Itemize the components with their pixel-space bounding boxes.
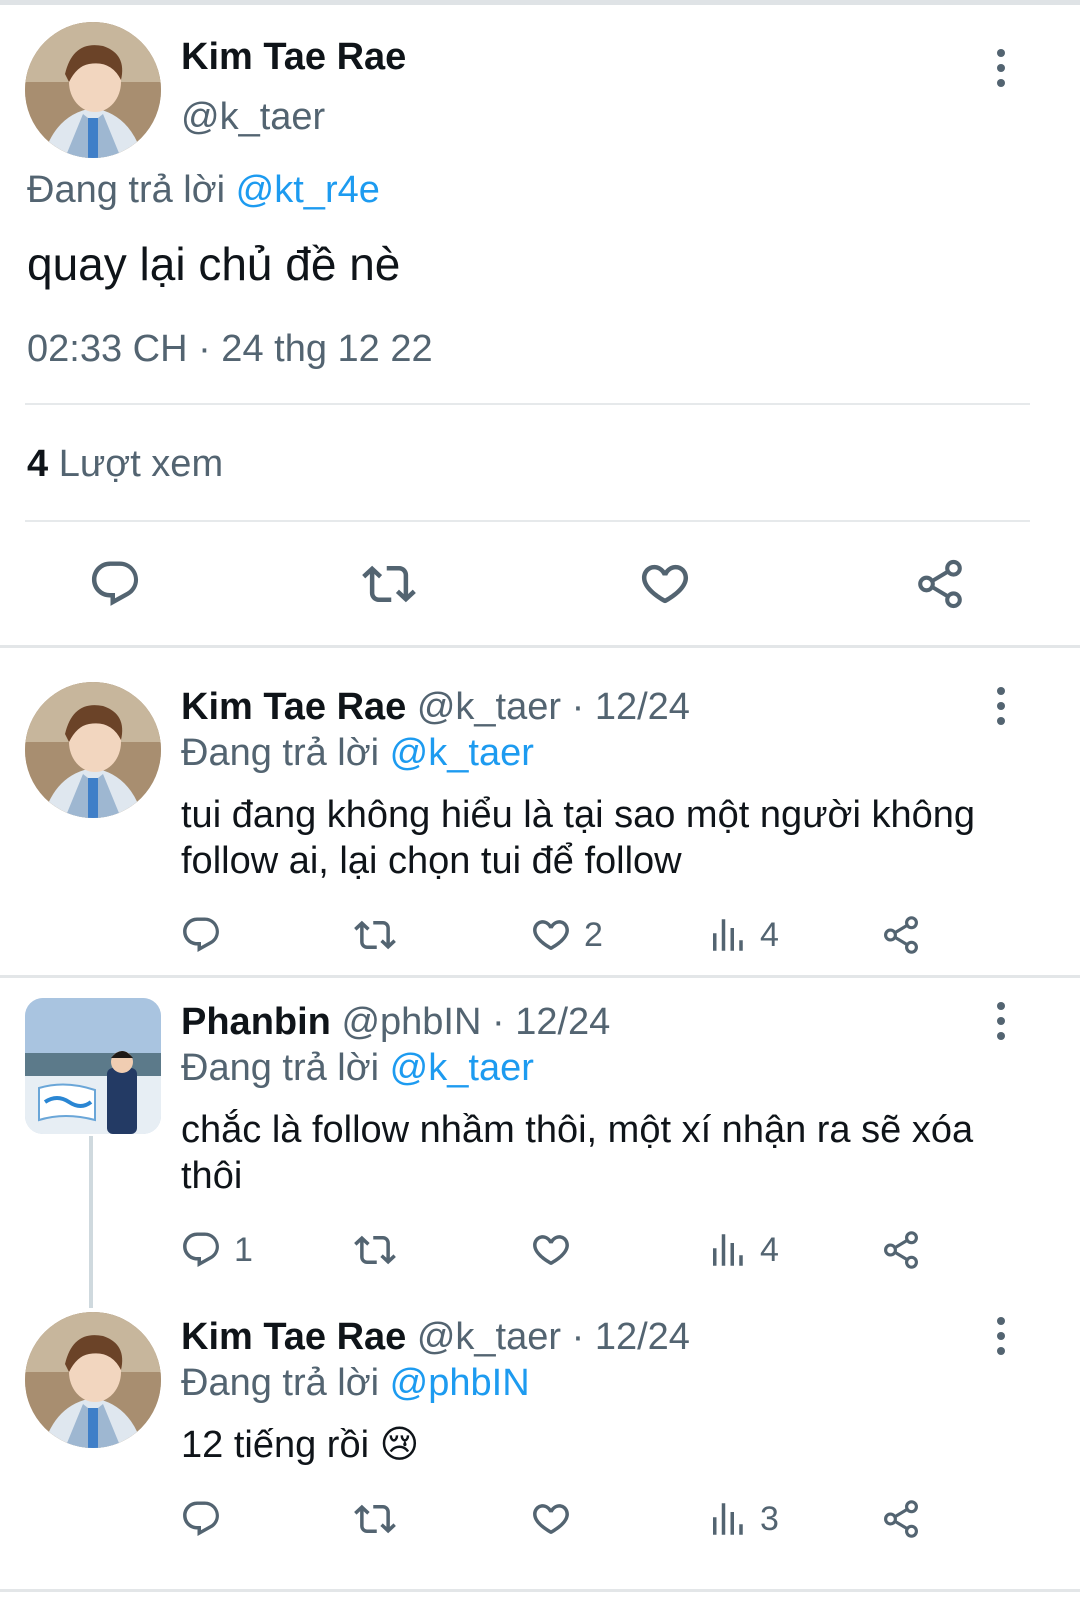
- reply-text-line: tui đang không hiểu là tại sao một người…: [181, 794, 975, 836]
- retweet-icon: [354, 1229, 396, 1271]
- reply-date[interactable]: · 12/24: [492, 1001, 610, 1043]
- view-count: 4: [760, 915, 779, 954]
- reply-icon: [180, 914, 222, 956]
- replying-prefix: Đang trả lời: [181, 732, 380, 774]
- divider: [25, 403, 1030, 405]
- share-button[interactable]: [880, 1498, 922, 1540]
- author-handle[interactable]: @k_taer: [417, 686, 561, 728]
- reply-header: Phanbin @phbIN · 12/24: [181, 1001, 610, 1044]
- section-divider: [0, 1589, 1080, 1592]
- views-icon: [706, 1498, 748, 1540]
- view-count: 3: [760, 1499, 779, 1538]
- retweet-button[interactable]: [354, 1498, 396, 1540]
- like-button[interactable]: [530, 1498, 584, 1540]
- more-vertical-icon[interactable]: [981, 676, 1021, 736]
- replying-to-line: Đang trả lời @kt_r4e: [27, 169, 380, 212]
- replying-to-link[interactable]: @phbIN: [390, 1362, 530, 1404]
- retweet-icon: [354, 914, 396, 956]
- reply-header: Kim Tae Rae @k_taer · 12/24: [181, 686, 690, 729]
- author-name[interactable]: Kim Tae Rae: [181, 1316, 406, 1358]
- reply-icon: [180, 1498, 222, 1540]
- views-label: Lượt xem: [58, 443, 224, 485]
- heart-icon: [530, 1498, 572, 1540]
- reply-button[interactable]: [180, 914, 234, 956]
- like-button[interactable]: [530, 1229, 584, 1271]
- share-icon: [880, 1498, 922, 1540]
- retweet-icon: [354, 1498, 396, 1540]
- views-icon: [706, 914, 748, 956]
- avatar[interactable]: [25, 682, 161, 818]
- tweet-timestamp[interactable]: 02:33 CH · 24 thg 12 22: [27, 328, 433, 371]
- retweet-button[interactable]: [354, 914, 396, 956]
- reply-text-line: follow ai, lại chọn tui để follow: [181, 840, 682, 882]
- like-button[interactable]: [638, 557, 692, 611]
- share-button[interactable]: [880, 1229, 922, 1271]
- share-icon: [880, 1229, 922, 1271]
- views-line[interactable]: 4 Lượt xem: [27, 443, 223, 486]
- view-count: 4: [760, 1230, 779, 1269]
- reply-icon: [88, 557, 142, 611]
- views-count: 4: [27, 443, 49, 485]
- reply-text-line: 12 tiếng rồi 😢: [181, 1424, 420, 1466]
- replying-to-link[interactable]: @kt_r4e: [236, 169, 380, 211]
- replying-to-line: Đang trả lời @k_taer: [181, 1047, 534, 1090]
- reply-icon: [180, 1229, 222, 1271]
- replying-to-line: Đang trả lời @k_taer: [181, 732, 534, 775]
- more-vertical-icon[interactable]: [981, 38, 1021, 98]
- reply-text-line: thôi: [181, 1155, 243, 1197]
- author-handle[interactable]: @phbIN: [341, 1001, 481, 1043]
- reply-date[interactable]: · 12/24: [572, 1316, 690, 1358]
- share-button[interactable]: [913, 557, 967, 611]
- share-button[interactable]: [880, 914, 922, 956]
- avatar[interactable]: [25, 1312, 161, 1448]
- heart-icon: [638, 557, 692, 611]
- like-button[interactable]: 2: [530, 914, 603, 956]
- retweet-icon: [362, 557, 416, 611]
- share-icon: [913, 557, 967, 611]
- divider: [25, 520, 1030, 522]
- reply-date[interactable]: · 12/24: [572, 686, 690, 728]
- author-handle[interactable]: @k_taer: [417, 1316, 561, 1358]
- thread-line: [89, 1136, 93, 1308]
- reply-button[interactable]: [88, 557, 142, 611]
- replying-prefix: Đang trả lời: [181, 1047, 380, 1089]
- like-count: 2: [584, 915, 603, 954]
- more-vertical-icon[interactable]: [981, 991, 1021, 1051]
- retweet-button[interactable]: [354, 1229, 396, 1271]
- more-vertical-icon[interactable]: [981, 1306, 1021, 1366]
- reply-button[interactable]: [180, 1498, 234, 1540]
- views-button[interactable]: 4: [706, 914, 779, 956]
- replying-to-link[interactable]: @k_taer: [390, 1047, 534, 1089]
- author-handle[interactable]: @k_taer: [181, 96, 325, 139]
- reply-button[interactable]: 1: [180, 1229, 253, 1271]
- section-divider: [0, 975, 1080, 978]
- reply-text-line: chắc là follow nhầm thôi, một xí nhận ra…: [181, 1109, 974, 1151]
- heart-icon: [530, 1229, 572, 1271]
- section-divider: [0, 645, 1080, 648]
- avatar[interactable]: [25, 998, 161, 1134]
- reply-count: 1: [234, 1230, 253, 1269]
- replying-prefix: Đang trả lời: [181, 1362, 380, 1404]
- share-icon: [880, 914, 922, 956]
- tweet-text: quay lại chủ đề nè: [27, 238, 401, 290]
- retweet-button[interactable]: [362, 557, 416, 611]
- top-divider: [0, 0, 1080, 5]
- views-button[interactable]: 4: [706, 1229, 779, 1271]
- reply-header: Kim Tae Rae @k_taer · 12/24: [181, 1316, 690, 1359]
- author-name[interactable]: Phanbin: [181, 1001, 331, 1043]
- heart-icon: [530, 914, 572, 956]
- replying-to-link[interactable]: @k_taer: [390, 732, 534, 774]
- replying-prefix: Đang trả lời: [27, 169, 226, 211]
- author-name[interactable]: Kim Tae Rae: [181, 686, 406, 728]
- views-icon: [706, 1229, 748, 1271]
- replying-to-line: Đang trả lời @phbIN: [181, 1362, 530, 1405]
- views-button[interactable]: 3: [706, 1498, 779, 1540]
- author-name[interactable]: Kim Tae Rae: [181, 36, 406, 79]
- avatar[interactable]: [25, 22, 161, 158]
